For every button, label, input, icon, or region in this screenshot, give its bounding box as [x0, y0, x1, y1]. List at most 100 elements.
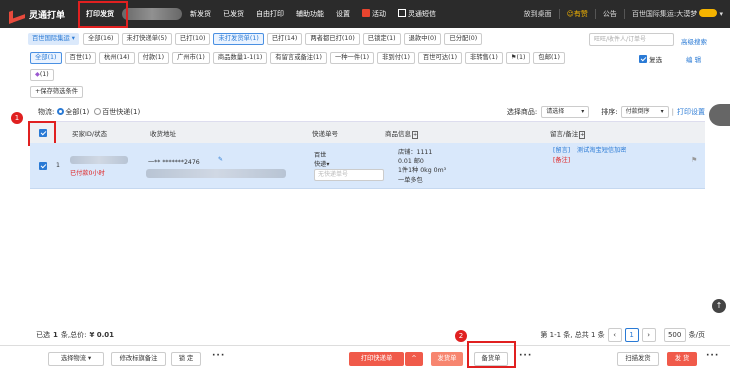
tracking-number-input[interactable]: 无快递单号 — [314, 169, 384, 181]
quick-filter-baishi[interactable]: 百世(1) — [64, 52, 97, 64]
nav-new-ship[interactable]: 新发货 — [184, 0, 217, 28]
youzan-label: 有赞 — [573, 10, 588, 18]
merge-label: 复选 — [649, 56, 663, 64]
multi-package-link[interactable]: 一单多包 — [398, 175, 423, 184]
quick-filter-diamond[interactable]: ◆(1) — [30, 69, 54, 81]
account-toggle-icon — [699, 9, 718, 17]
logistics-radio-all[interactable]: 全部(1) — [57, 107, 89, 117]
sort-label: 排序: — [601, 108, 618, 116]
nav-settings[interactable]: 设置 — [330, 0, 356, 28]
tab-locked[interactable]: 已锁定(1) — [362, 33, 401, 45]
header-tracking: 快递单号 — [312, 129, 338, 138]
account-menu[interactable]: 百世国际集运:大漠梦 ▾ — [623, 9, 730, 19]
youzan-link[interactable]: ☺有赞 — [558, 9, 595, 19]
sort-dropdown[interactable]: 付款倒序 ▾ — [620, 106, 669, 118]
quick-filter-paid[interactable]: 付款(1) — [137, 52, 170, 64]
bottom-action-bar: 选择物流 ▾ 修改标旗备注 锁 定 ··· 打印快递单 ^ 发货单 备货单 ··… — [0, 345, 730, 370]
quick-filter-baishi-reachable[interactable]: 百世可达(1) — [417, 52, 463, 64]
highlight-box-stock-doc — [467, 341, 516, 368]
nav-tools[interactable]: 辅助功能 — [290, 0, 330, 28]
quick-filter-flag-count: (1) — [516, 54, 526, 61]
lock-button[interactable]: 锁 定 — [171, 352, 201, 366]
table-row[interactable]: 1 已付款0小时 一** *******2476 ✎ 百世 快递▾ 无快递单号 … — [30, 143, 705, 189]
print-express-dropdown[interactable]: ^ — [405, 352, 423, 366]
nav-shipped[interactable]: 已发货 — [217, 0, 250, 28]
edit-icon[interactable]: ✎ — [218, 156, 223, 163]
nav-free-print[interactable]: 自由打印 — [250, 0, 290, 28]
current-page[interactable]: 1 — [624, 328, 639, 342]
shop-select[interactable]: 百世国际集运 ▾ — [28, 33, 79, 45]
radio-icon[interactable] — [57, 108, 65, 115]
merge-option[interactable]: 复选 — [639, 54, 662, 64]
quick-filter-one-item[interactable]: 一种一件(1) — [330, 52, 375, 64]
total-price: ¥ 0.01 — [89, 331, 115, 339]
logistics-radio-baishi[interactable]: 百世快递(1) — [94, 107, 140, 117]
quick-filter-guangzhou[interactable]: 广州市(1) — [172, 52, 210, 64]
search-input[interactable]: 旺旺/收件人/订单号 — [589, 33, 674, 46]
tab-both-printed[interactable]: 两者都已打(10) — [305, 33, 360, 45]
tab-printed[interactable]: 已打(10) — [174, 33, 211, 45]
edit-filters-link[interactable]: 编 辑 — [686, 54, 701, 64]
add-to-desktop-link[interactable]: 放到桌面 — [517, 9, 559, 19]
order-status: 已付款0小时 — [70, 170, 105, 177]
select-logistics-button[interactable]: 选择物流 ▾ — [48, 352, 104, 366]
quick-filter-has-message[interactable]: 有留言或备注(1) — [270, 52, 327, 64]
goods-shop: 店铺：1111 — [398, 149, 433, 156]
tab-refunding[interactable]: 退款中(0) — [403, 33, 442, 45]
side-collapse-tab[interactable] — [709, 104, 730, 126]
print-express-button[interactable]: 打印快递单 — [349, 352, 404, 366]
quick-filter-all[interactable]: 全部(1) — [30, 52, 62, 64]
more-icon[interactable]: ··· — [212, 351, 225, 361]
next-page-button[interactable]: › — [641, 328, 656, 342]
radio-icon[interactable] — [94, 108, 102, 115]
more-icon[interactable]: ··· — [706, 351, 719, 361]
express-company: 百世 — [314, 152, 327, 159]
nav-sms[interactable]: 灵通短信 — [392, 0, 442, 28]
sort-value: 付款倒序 — [625, 108, 650, 115]
table-header: 买家ID/状态 收货地址 快递单号 商品信息 + 留言/备注 + — [30, 121, 705, 143]
quick-filter-non-resale[interactable]: 非转售(1) — [465, 52, 503, 64]
scan-ship-button[interactable]: 扫描发货 — [617, 352, 659, 366]
express-type-dropdown[interactable]: 快递▾ — [314, 159, 329, 168]
row-index: 1 — [56, 162, 60, 169]
print-settings-link[interactable]: 打印设置 — [677, 107, 705, 117]
quick-filter-flag[interactable]: ⚑(1) — [505, 52, 531, 64]
ship-button[interactable]: 发 货 — [667, 352, 697, 366]
back-to-top-icon[interactable]: ↑ — [712, 299, 726, 313]
quick-filter-hangzhou[interactable]: 杭州(14) — [99, 52, 135, 64]
page-size-input[interactable]: 500 — [663, 328, 686, 342]
remark-tag[interactable]: [备注] — [553, 155, 570, 164]
selected-prefix: 已选 — [36, 331, 50, 339]
tab-assigned[interactable]: 已分配(0) — [444, 33, 483, 45]
select-goods-dropdown[interactable]: 请选择 ▾ — [541, 106, 590, 118]
ship-doc-button[interactable]: 发货单 — [431, 352, 463, 366]
express-type-label: 快递 — [314, 161, 327, 168]
logistics-radio-all-label: 全部(1) — [65, 108, 90, 116]
tab-unprinted-ship-doc[interactable]: 未打发货单(1) — [213, 33, 264, 45]
message-text: 测试淘宝短信加密 — [577, 147, 627, 154]
advanced-search-link[interactable]: 高级搜索 — [681, 36, 707, 46]
address-blurred — [146, 169, 286, 178]
quick-filter-free-shipping[interactable]: 包邮(1) — [533, 52, 565, 64]
chevron-down-icon: ▾ — [660, 108, 664, 115]
chevron-down-icon: ▾ — [717, 10, 723, 18]
tab-all[interactable]: 全部(16) — [82, 33, 119, 45]
announcement-link[interactable]: 公告 — [594, 9, 624, 19]
tab-unprinted-express[interactable]: 未打快递单(5) — [121, 33, 172, 45]
save-filter-row: +保存筛选条件 — [30, 86, 86, 98]
merge-checkbox[interactable] — [639, 55, 647, 63]
edit-remark-button[interactable]: 修改标旗备注 — [111, 352, 166, 366]
tab-printed-2[interactable]: 已打(14) — [266, 33, 303, 45]
quick-filter-qty[interactable]: 商品数量1-1(1) — [212, 52, 268, 64]
filter-tabs-row: 百世国际集运 ▾ 全部(16) 未打快递单(5) 已打(10) 未打发货单(1)… — [28, 33, 485, 45]
quick-filter-non-cod[interactable]: 非到付(1) — [377, 52, 415, 64]
prev-page-button[interactable]: ‹ — [607, 328, 622, 342]
save-filter-button[interactable]: +保存筛选条件 — [30, 86, 84, 98]
blurred-nav-item — [122, 8, 182, 20]
nav-activity[interactable]: 活动 — [356, 0, 392, 28]
select-logistics-label: 选择物流 — [60, 355, 86, 362]
more-icon[interactable]: ··· — [519, 351, 532, 361]
row-checkbox[interactable] — [39, 162, 47, 170]
app-logo[interactable]: 灵通打单 — [0, 7, 80, 21]
flag-icon[interactable]: ⚑ — [691, 156, 697, 164]
